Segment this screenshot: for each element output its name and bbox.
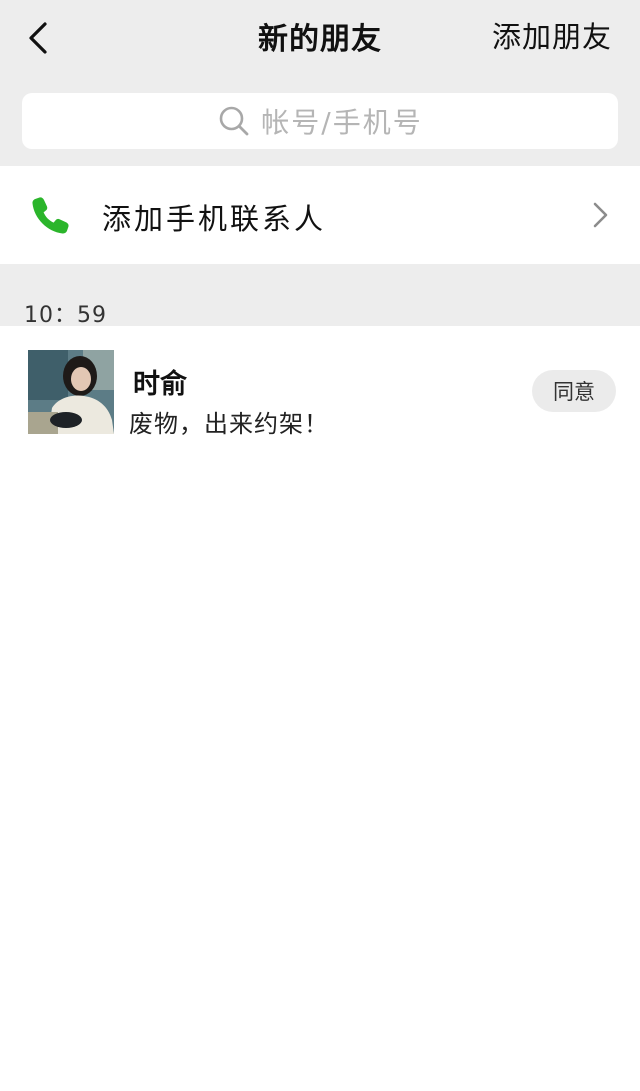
avatar — [28, 350, 114, 434]
search-icon — [217, 104, 251, 138]
timestamp: 10：59 — [24, 303, 107, 328]
accept-button[interactable]: 同意 — [532, 370, 616, 412]
add-phone-contacts-label: 添加手机联系人 — [102, 202, 327, 236]
chevron-right-icon — [593, 202, 608, 228]
nav-bar: 新的朋友 添加朋友 — [0, 0, 640, 76]
search-area: 帐号/手机号 — [0, 76, 640, 166]
search-input[interactable]: 帐号/手机号 — [22, 93, 618, 149]
request-message: 废物，出来约架！ — [129, 410, 329, 438]
back-button[interactable] — [18, 16, 58, 60]
request-name: 时俞 — [133, 369, 187, 400]
new-friends-screen: 新的朋友 添加朋友 帐号/手机号 添加手机联系人 10：59 时俞 废物，出来约… — [0, 0, 640, 1091]
section-header: 10：59 — [0, 264, 640, 328]
friend-request-item[interactable]: 时俞 废物，出来约架！ 同意 — [0, 326, 640, 454]
search-placeholder: 帐号/手机号 — [261, 106, 423, 139]
add-phone-contacts-item[interactable]: 添加手机联系人 — [0, 166, 640, 264]
add-friend-button[interactable]: 添加朋友 — [492, 14, 612, 56]
phone-icon — [32, 197, 69, 234]
chevron-left-icon — [29, 22, 47, 54]
